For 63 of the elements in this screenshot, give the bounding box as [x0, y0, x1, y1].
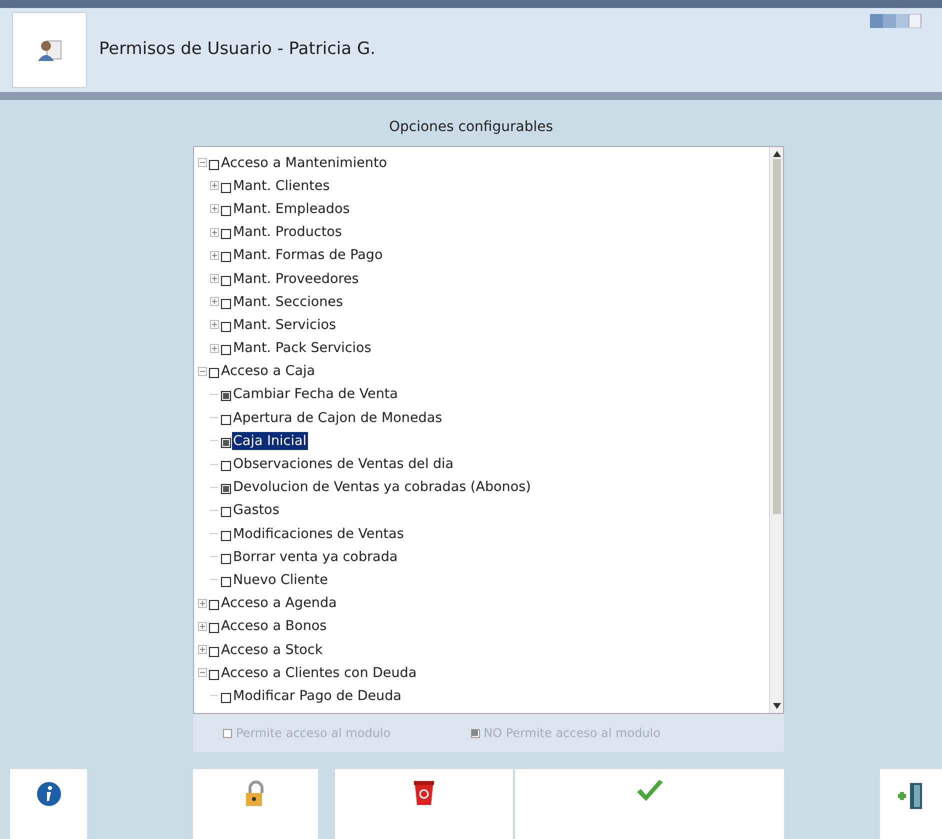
delete-button[interactable]	[335, 769, 513, 839]
checkbox[interactable]	[221, 438, 231, 448]
tree-item[interactable]: Cambiar Fecha de Venta	[232, 385, 399, 404]
info-button[interactable]	[10, 769, 87, 839]
checkbox[interactable]	[221, 414, 231, 425]
tree-item[interactable]: Acceso a Mantenimiento	[220, 154, 388, 172]
scrollbar[interactable]	[769, 147, 783, 713]
checkbox[interactable]	[221, 554, 231, 564]
checkbox[interactable]	[221, 345, 231, 356]
checkbox[interactable]	[221, 507, 231, 518]
scroll-down-icon[interactable]	[772, 703, 780, 709]
legend-label: Permite acceso al modulo	[236, 725, 391, 742]
tree-item[interactable]: Mant. Secciones	[232, 292, 344, 311]
checkbox[interactable]	[209, 600, 219, 610]
tree-item[interactable]: Mant. Clientes	[232, 176, 331, 195]
window-title: Permisos de Usuario - Patricia G.	[99, 38, 376, 62]
scroll-up-icon[interactable]	[772, 151, 780, 157]
tree-item[interactable]: Gastos	[232, 501, 280, 520]
legend-label: NO Permite acceso al modulo	[484, 725, 660, 742]
tree-item[interactable]: Modificaciones de Ventas	[232, 524, 405, 543]
checkbox[interactable]	[221, 692, 231, 703]
tree-item[interactable]: Acceso a Caja	[220, 362, 316, 380]
checkbox[interactable]	[221, 252, 231, 262]
checkbox[interactable]	[221, 276, 231, 286]
trash-icon	[412, 779, 436, 807]
tree-item[interactable]: Mant. Empleados	[232, 200, 351, 218]
checkbox[interactable]	[221, 229, 231, 240]
tree-item[interactable]: Caja Inicial	[232, 432, 308, 450]
tree-item[interactable]: Devolucion de Ventas ya cobradas (Abonos)	[232, 478, 532, 496]
tree-item[interactable]: Acceso a Agenda	[220, 594, 338, 612]
checkbox[interactable]	[209, 160, 219, 170]
checkbox[interactable]	[209, 646, 219, 657]
window-controls-icon[interactable]	[870, 14, 922, 28]
checkbox[interactable]	[223, 728, 232, 738]
checkbox[interactable]	[221, 530, 231, 541]
tree-item[interactable]: Acceso a Clientes con Deuda	[220, 664, 418, 682]
tree-item[interactable]: Apertura de Cajon de Monedas	[232, 408, 444, 427]
tree-item[interactable]: Borrar venta ya cobrada	[232, 548, 399, 566]
tree-item[interactable]: Mant. Servicios	[232, 316, 337, 334]
tree-item[interactable]: Acceso a Stock	[220, 640, 324, 659]
checkbox[interactable]	[221, 391, 231, 402]
checkbox[interactable]	[209, 670, 219, 680]
checkbox[interactable]	[209, 623, 219, 634]
checkbox[interactable]	[221, 206, 231, 216]
tree-item[interactable]: Observaciones de Ventas del dia	[232, 455, 455, 474]
tree-item[interactable]: Modificar Pago de Deuda	[232, 686, 402, 705]
exit-button[interactable]	[880, 769, 942, 839]
info-icon	[36, 781, 62, 807]
checkbox[interactable]	[470, 728, 480, 738]
checkbox[interactable]	[221, 576, 231, 587]
checkbox[interactable]	[221, 461, 231, 472]
panel-title: Opciones configurables	[388, 118, 554, 137]
checkbox[interactable]	[221, 484, 231, 494]
checkbox[interactable]	[221, 182, 231, 193]
tree-item[interactable]: Acceso a Bonos	[220, 617, 328, 636]
tree-item[interactable]: Mant. Pack Servicios	[232, 339, 372, 358]
checkbox[interactable]	[209, 368, 219, 378]
tree-item[interactable]: Mant. Productos	[232, 223, 343, 242]
checkbox[interactable]	[221, 298, 231, 309]
checkbox[interactable]	[221, 322, 231, 332]
tree-item[interactable]: Nuevo Cliente	[232, 570, 329, 589]
tree-item[interactable]: Mant. Proveedores	[232, 270, 360, 288]
tree-item[interactable]: Mant. Formas de Pago	[232, 246, 384, 264]
